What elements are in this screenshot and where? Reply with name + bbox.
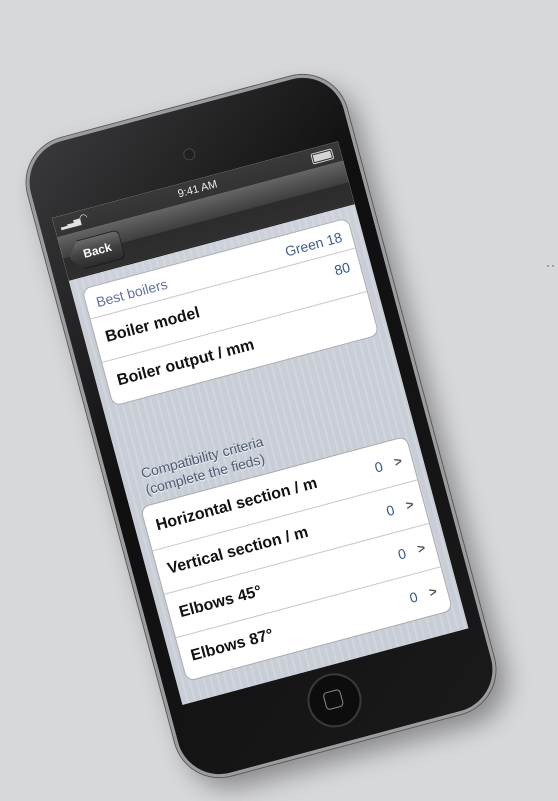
- chevron-right-icon: >: [404, 496, 416, 513]
- home-button[interactable]: [301, 667, 368, 734]
- ellipsis-dots: ··: [546, 258, 556, 272]
- elbows-45-label: Elbows 45°: [177, 582, 264, 622]
- elbows-45-value: 0: [396, 545, 408, 563]
- horizontal-section-value: 0: [372, 458, 385, 476]
- chevron-right-icon: >: [415, 539, 427, 557]
- elbows-87-value: 0: [407, 588, 420, 607]
- camera-dot: [181, 146, 197, 162]
- phone-screen: ▂▃▅ ◠ 9:41 AM Back Best boilers Green 18…: [52, 141, 469, 705]
- vertical-section-value: 0: [384, 501, 397, 520]
- phone-device: ▂▃▅ ◠ 9:41 AM Back Best boilers Green 18…: [16, 64, 506, 788]
- elbows-87-label: Elbows 87°: [189, 626, 276, 665]
- main-content: Best boilers Green 18 Boiler model 80 Bo…: [69, 203, 469, 705]
- chevron-right-icon: >: [392, 453, 404, 470]
- boiler-model-value: 80: [332, 258, 352, 279]
- chevron-right-icon: >: [427, 583, 439, 600]
- phone-body: ▂▃▅ ◠ 9:41 AM Back Best boilers Green 18…: [16, 64, 506, 788]
- home-square-icon: [322, 688, 345, 711]
